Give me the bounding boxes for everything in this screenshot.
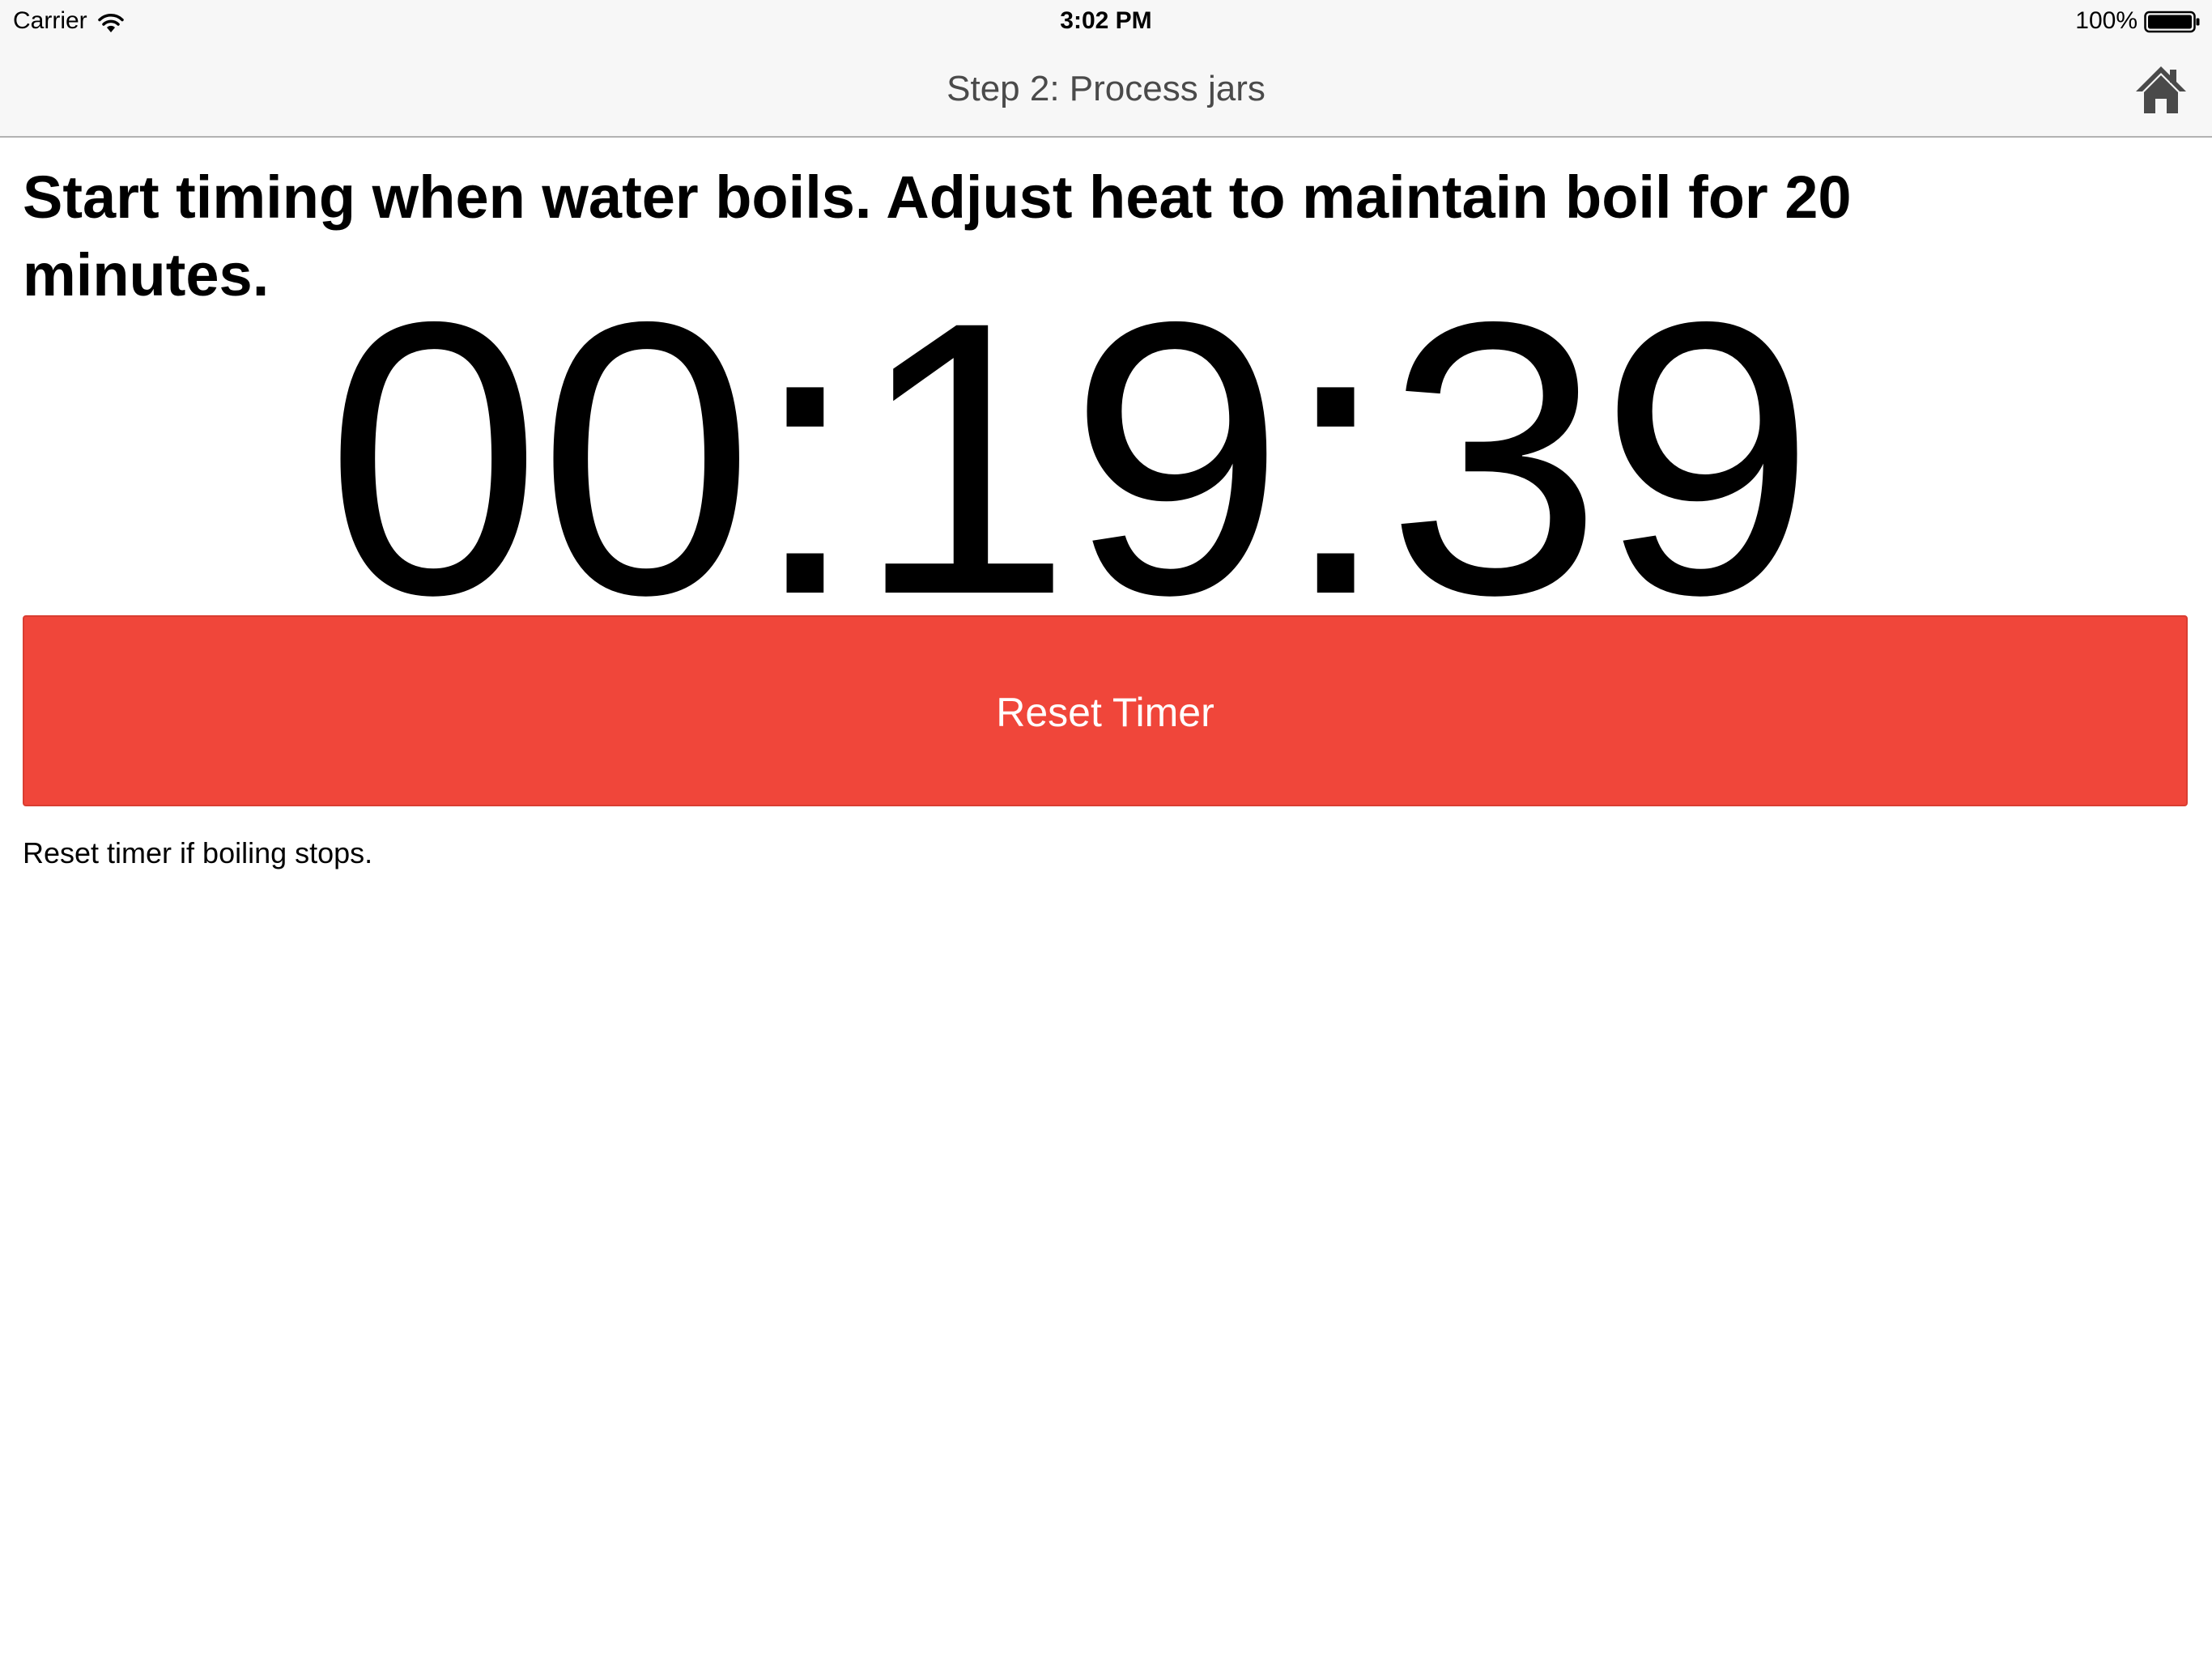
battery-percent: 100% — [2075, 7, 2138, 34]
reset-timer-button[interactable]: Reset Timer — [23, 615, 2188, 806]
home-button[interactable] — [2134, 63, 2188, 117]
status-time: 3:02 PM — [1060, 7, 1152, 34]
battery-icon — [2144, 10, 2201, 33]
timer-display: 00:19:39 — [325, 267, 1815, 615]
app-screen: Carrier 3:02 PM 100% Step 2: Process jar… — [0, 0, 2212, 1658]
status-battery-group: 100% — [2075, 5, 2201, 37]
status-bar: Carrier 3:02 PM 100% — [0, 0, 2212, 44]
countdown-timer: 00:19:39 — [0, 267, 2212, 615]
page-title: Step 2: Process jars — [946, 69, 1266, 108]
navigation-bar: Step 2: Process jars — [0, 44, 2212, 136]
top-chrome: Carrier 3:02 PM 100% Step 2: Process jar… — [0, 0, 2212, 138]
reset-hint-text: Reset timer if boiling stops. — [23, 836, 373, 869]
home-icon — [2136, 66, 2186, 113]
